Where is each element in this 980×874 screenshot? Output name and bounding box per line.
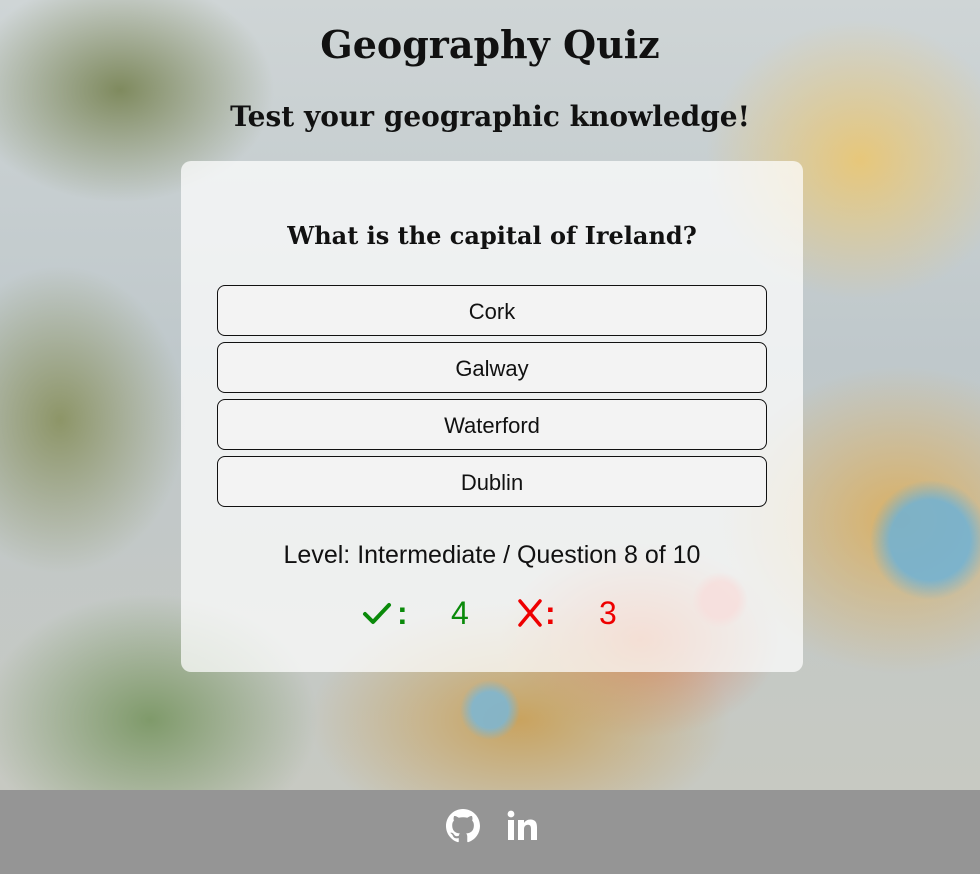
page-footer — [0, 790, 980, 874]
score-display: : 4 : 3 — [181, 593, 803, 633]
github-icon[interactable] — [446, 809, 480, 843]
incorrect-count: 3 — [599, 595, 617, 631]
answer-button-3[interactable]: Waterford — [217, 399, 767, 450]
correct-separator: : — [397, 595, 408, 631]
answer-button-1[interactable]: Cork — [217, 285, 767, 336]
x-icon — [516, 593, 544, 633]
linkedin-icon[interactable] — [506, 809, 540, 843]
answer-button-4[interactable]: Dublin — [217, 456, 767, 507]
page-title: Geography Quiz — [320, 22, 660, 67]
check-icon — [362, 593, 392, 633]
quiz-card: What is the capital of Ireland? Cork Gal… — [181, 161, 803, 672]
level-progress-text: Level: Intermediate / Question 8 of 10 — [283, 541, 701, 569]
question-text: What is the capital of Ireland? — [287, 221, 697, 250]
answer-list: Cork Galway Waterford Dublin — [217, 285, 767, 513]
incorrect-separator: : — [545, 595, 556, 631]
page-subtitle: Test your geographic knowledge! — [230, 100, 750, 133]
answer-button-2[interactable]: Galway — [217, 342, 767, 393]
correct-count: 4 — [451, 595, 469, 631]
